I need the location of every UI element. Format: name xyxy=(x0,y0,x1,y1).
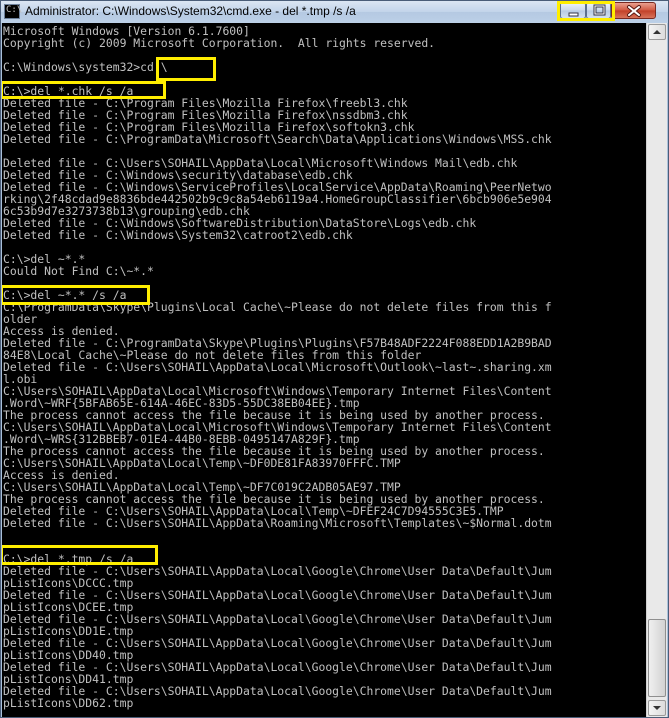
close-icon xyxy=(627,5,641,17)
console-line: Deleted file - C:\ProgramData\Microsoft\… xyxy=(3,132,552,146)
scroll-down-arrow-icon xyxy=(653,706,661,710)
console-line: Deleted file - C:\Windows\System32\catro… xyxy=(3,228,353,242)
window-title: Administrator: C:\Windows\System32\cmd.e… xyxy=(25,4,356,18)
cmd-icon-glyph: C:\ xyxy=(6,5,23,15)
console-line: C:\ProgramData\Skype\Plugins\Local Cache… xyxy=(3,300,552,314)
cmd-console-icon[interactable]: C:\ xyxy=(4,4,23,19)
maximize-button[interactable] xyxy=(586,2,611,19)
vertical-scrollbar[interactable] xyxy=(646,23,667,717)
scrollbar-thumb[interactable] xyxy=(648,619,666,697)
close-button[interactable] xyxy=(611,2,656,19)
scroll-up-button[interactable] xyxy=(648,24,666,40)
console-line: Could Not Find C:\~*.* xyxy=(3,264,154,278)
scroll-down-button[interactable] xyxy=(648,700,666,716)
minimize-icon xyxy=(568,12,579,17)
cmd-window: C:\ Administrator: C:\Windows\System32\c… xyxy=(0,0,669,718)
scroll-up-arrow-icon xyxy=(653,30,661,34)
console-output[interactable]: Microsoft Windows [Version 6.1.7600] Copy… xyxy=(2,23,646,717)
minimize-button[interactable] xyxy=(560,2,586,19)
console-line: pListIcons\DD62.tmp xyxy=(3,696,134,710)
console-line: Deleted file - C:\Users\SOHAIL\AppData\R… xyxy=(3,516,552,530)
console-line: C:\Windows\system32>cd \ xyxy=(3,60,168,74)
console-line: Deleted file - C:\Users\SOHAIL\AppData\L… xyxy=(3,360,552,374)
console-line: Copyright (c) 2009 Microsoft Corporation… xyxy=(3,36,436,50)
maximize-icon xyxy=(593,4,606,16)
title-bar[interactable]: C:\ Administrator: C:\Windows\System32\c… xyxy=(1,1,668,23)
